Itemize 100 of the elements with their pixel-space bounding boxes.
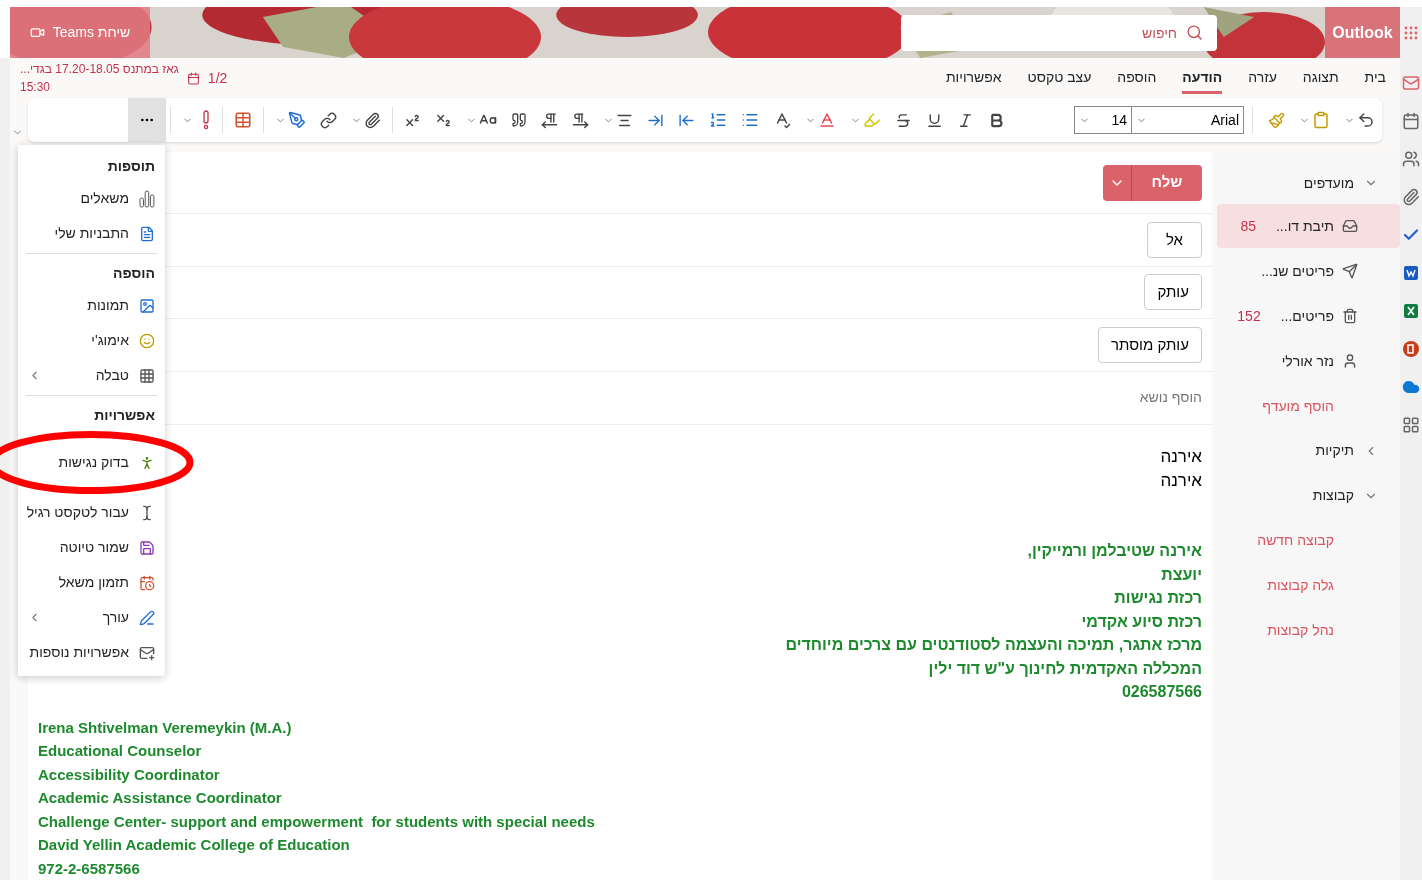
document-icon (139, 225, 155, 242)
section-heading[interactable]: תיקיות (1315, 440, 1354, 461)
send-icon (1342, 263, 1358, 279)
reminder-time: 15:30 (20, 79, 51, 96)
app-name: Outlook (1332, 22, 1393, 43)
signature-line: Academic Assistance Coordinator (38, 788, 282, 808)
menu-section-title: הוספה (112, 263, 156, 283)
excel-icon[interactable] (1402, 302, 1420, 320)
link-icon (320, 111, 337, 129)
recipient-button[interactable]: אל (1147, 221, 1202, 258)
calendar-icon (186, 71, 200, 85)
undo-icon (1357, 111, 1375, 129)
exclamation-icon (201, 110, 211, 130)
signature-line: יועצת (1161, 564, 1202, 585)
table-icon (139, 367, 155, 384)
calendar-icon[interactable] (1402, 112, 1420, 130)
signature-line: רכזת נגישות (1114, 588, 1202, 608)
people-icon[interactable] (1402, 150, 1420, 168)
save-icon (139, 539, 155, 556)
bold-icon (988, 111, 1005, 129)
reminder-title[interactable]: גאז במתנס 17.20-18.05 בגדי... (20, 60, 179, 78)
mail-icon[interactable] (1402, 74, 1420, 92)
section-heading[interactable]: מועדפים (1303, 172, 1354, 194)
menu-item[interactable]: עבור לטקסט רגיל (26, 495, 157, 530)
pilcrow-icon (572, 111, 589, 129)
section-heading[interactable]: קבוצות (1312, 485, 1354, 506)
unread-count: 85 (1240, 216, 1256, 236)
paperclip-icon (364, 111, 381, 129)
menu-item[interactable]: משאלים (18, 181, 165, 216)
calendar-icon (139, 574, 155, 591)
accessibility-icon (139, 454, 155, 471)
ribbon-tab[interactable]: הודעה (1182, 62, 1223, 94)
search-field[interactable]: חיפוש (901, 14, 1217, 51)
video-icon (29, 25, 45, 40)
menu-item[interactable]: אימוג'י (26, 323, 157, 358)
smiley-icon (139, 332, 155, 349)
bulleted-list-icon (741, 111, 759, 129)
signature-line: David Yellin Academic College of Education (38, 835, 350, 855)
add-favorite-link[interactable]: הוסף מועדף (1262, 395, 1334, 417)
bar-chart-icon (139, 189, 155, 208)
menu-section-title: תוספות (106, 156, 156, 176)
person-icon (1342, 353, 1358, 369)
recipient-button[interactable]: עותק (1144, 274, 1202, 311)
body-line: אירנה (1160, 470, 1202, 492)
signature-line: 026587566 (1121, 682, 1202, 702)
ribbon-tab[interactable]: עזרה (1248, 62, 1277, 94)
unread-count: 152 (1237, 306, 1261, 326)
signature-line: Irena Shtivelman Veremeykin (M.A.) (38, 717, 292, 738)
signature-line: 972-2-6587566 (38, 858, 140, 879)
menu-item[interactable]: עורך (26, 600, 157, 635)
signature-line: Educational Counselor (38, 741, 202, 761)
menu-item[interactable]: תמונות (26, 288, 157, 323)
group-link[interactable]: נהל קבוצות (1267, 620, 1334, 641)
group-link[interactable]: גלה קבוצות (1267, 575, 1334, 596)
menu-item[interactable]: שמור טיוטה (26, 530, 157, 565)
quote-icon (511, 112, 527, 128)
paperclip-icon[interactable] (1402, 188, 1420, 206)
body-line: אירנה (1160, 446, 1202, 468)
trash-icon (1342, 308, 1358, 324)
signature-line: רכזת סיוע אקדמי (1081, 611, 1202, 632)
cloud-icon[interactable] (1402, 378, 1420, 396)
signature-line: מרכז אתגר, תמיכה והעצמה לסטודנטים עם צרכים מיוחדים (785, 635, 1202, 655)
word-icon[interactable] (1402, 264, 1420, 282)
italic-icon (957, 111, 974, 129)
search-icon (1186, 23, 1203, 41)
reminder-count: 1/2 (207, 68, 228, 88)
font-field[interactable]: Arial (1132, 106, 1244, 134)
underline-icon (926, 111, 943, 129)
recipient-button[interactable]: עותק מוסתר (1098, 326, 1202, 363)
signature-line: המכללה האקדמית לחינוך ע"ש דוד ילין (928, 658, 1202, 679)
mail-icon (139, 644, 155, 661)
highlighter-icon (863, 111, 881, 129)
pen-icon (288, 111, 306, 129)
inbox-icon (1342, 218, 1358, 234)
signature-line: Challenge Center- support and empowerment for students with special needs (38, 811, 595, 832)
menu-item[interactable]: אפשרויות נוספות (26, 635, 157, 670)
menu-item[interactable]: תזמון משאל (26, 565, 157, 600)
menu-item[interactable]: התבניות שלי (18, 216, 165, 251)
font-color-icon (818, 111, 836, 129)
pen-icon (139, 609, 155, 626)
send-button[interactable]: שלח (1103, 164, 1202, 201)
signature-line: אירנה שטיבלמן ורמייקין, (1027, 541, 1202, 561)
ribbon-tab[interactable]: בית (1364, 62, 1386, 94)
paintbrush-icon (1268, 111, 1285, 129)
app-launcher-icon[interactable] (1404, 25, 1418, 40)
clipboard-icon (1312, 111, 1330, 129)
image-icon (139, 297, 155, 314)
ribbon-tab[interactable]: הוספה (1117, 62, 1157, 94)
ribbon-tab[interactable]: עצב טקסט (1027, 62, 1092, 94)
signature-line: Accessibility Coordinator (38, 764, 220, 785)
strikethrough-icon (895, 111, 912, 129)
ribbon-tab[interactable]: אפשרויות (945, 62, 1002, 94)
apps-icon[interactable] (1402, 416, 1420, 434)
table-icon (234, 111, 252, 129)
ribbon-tab[interactable]: תצוגה (1302, 62, 1339, 94)
folder-item[interactable]: פריטים שנ... (1217, 249, 1400, 293)
group-link[interactable]: קבוצה חדשה (1257, 530, 1334, 551)
numbered-list-icon (709, 111, 727, 129)
folder-item[interactable]: נזר אורלי (1217, 339, 1400, 383)
font-size-field[interactable]: 14 (1074, 106, 1132, 134)
